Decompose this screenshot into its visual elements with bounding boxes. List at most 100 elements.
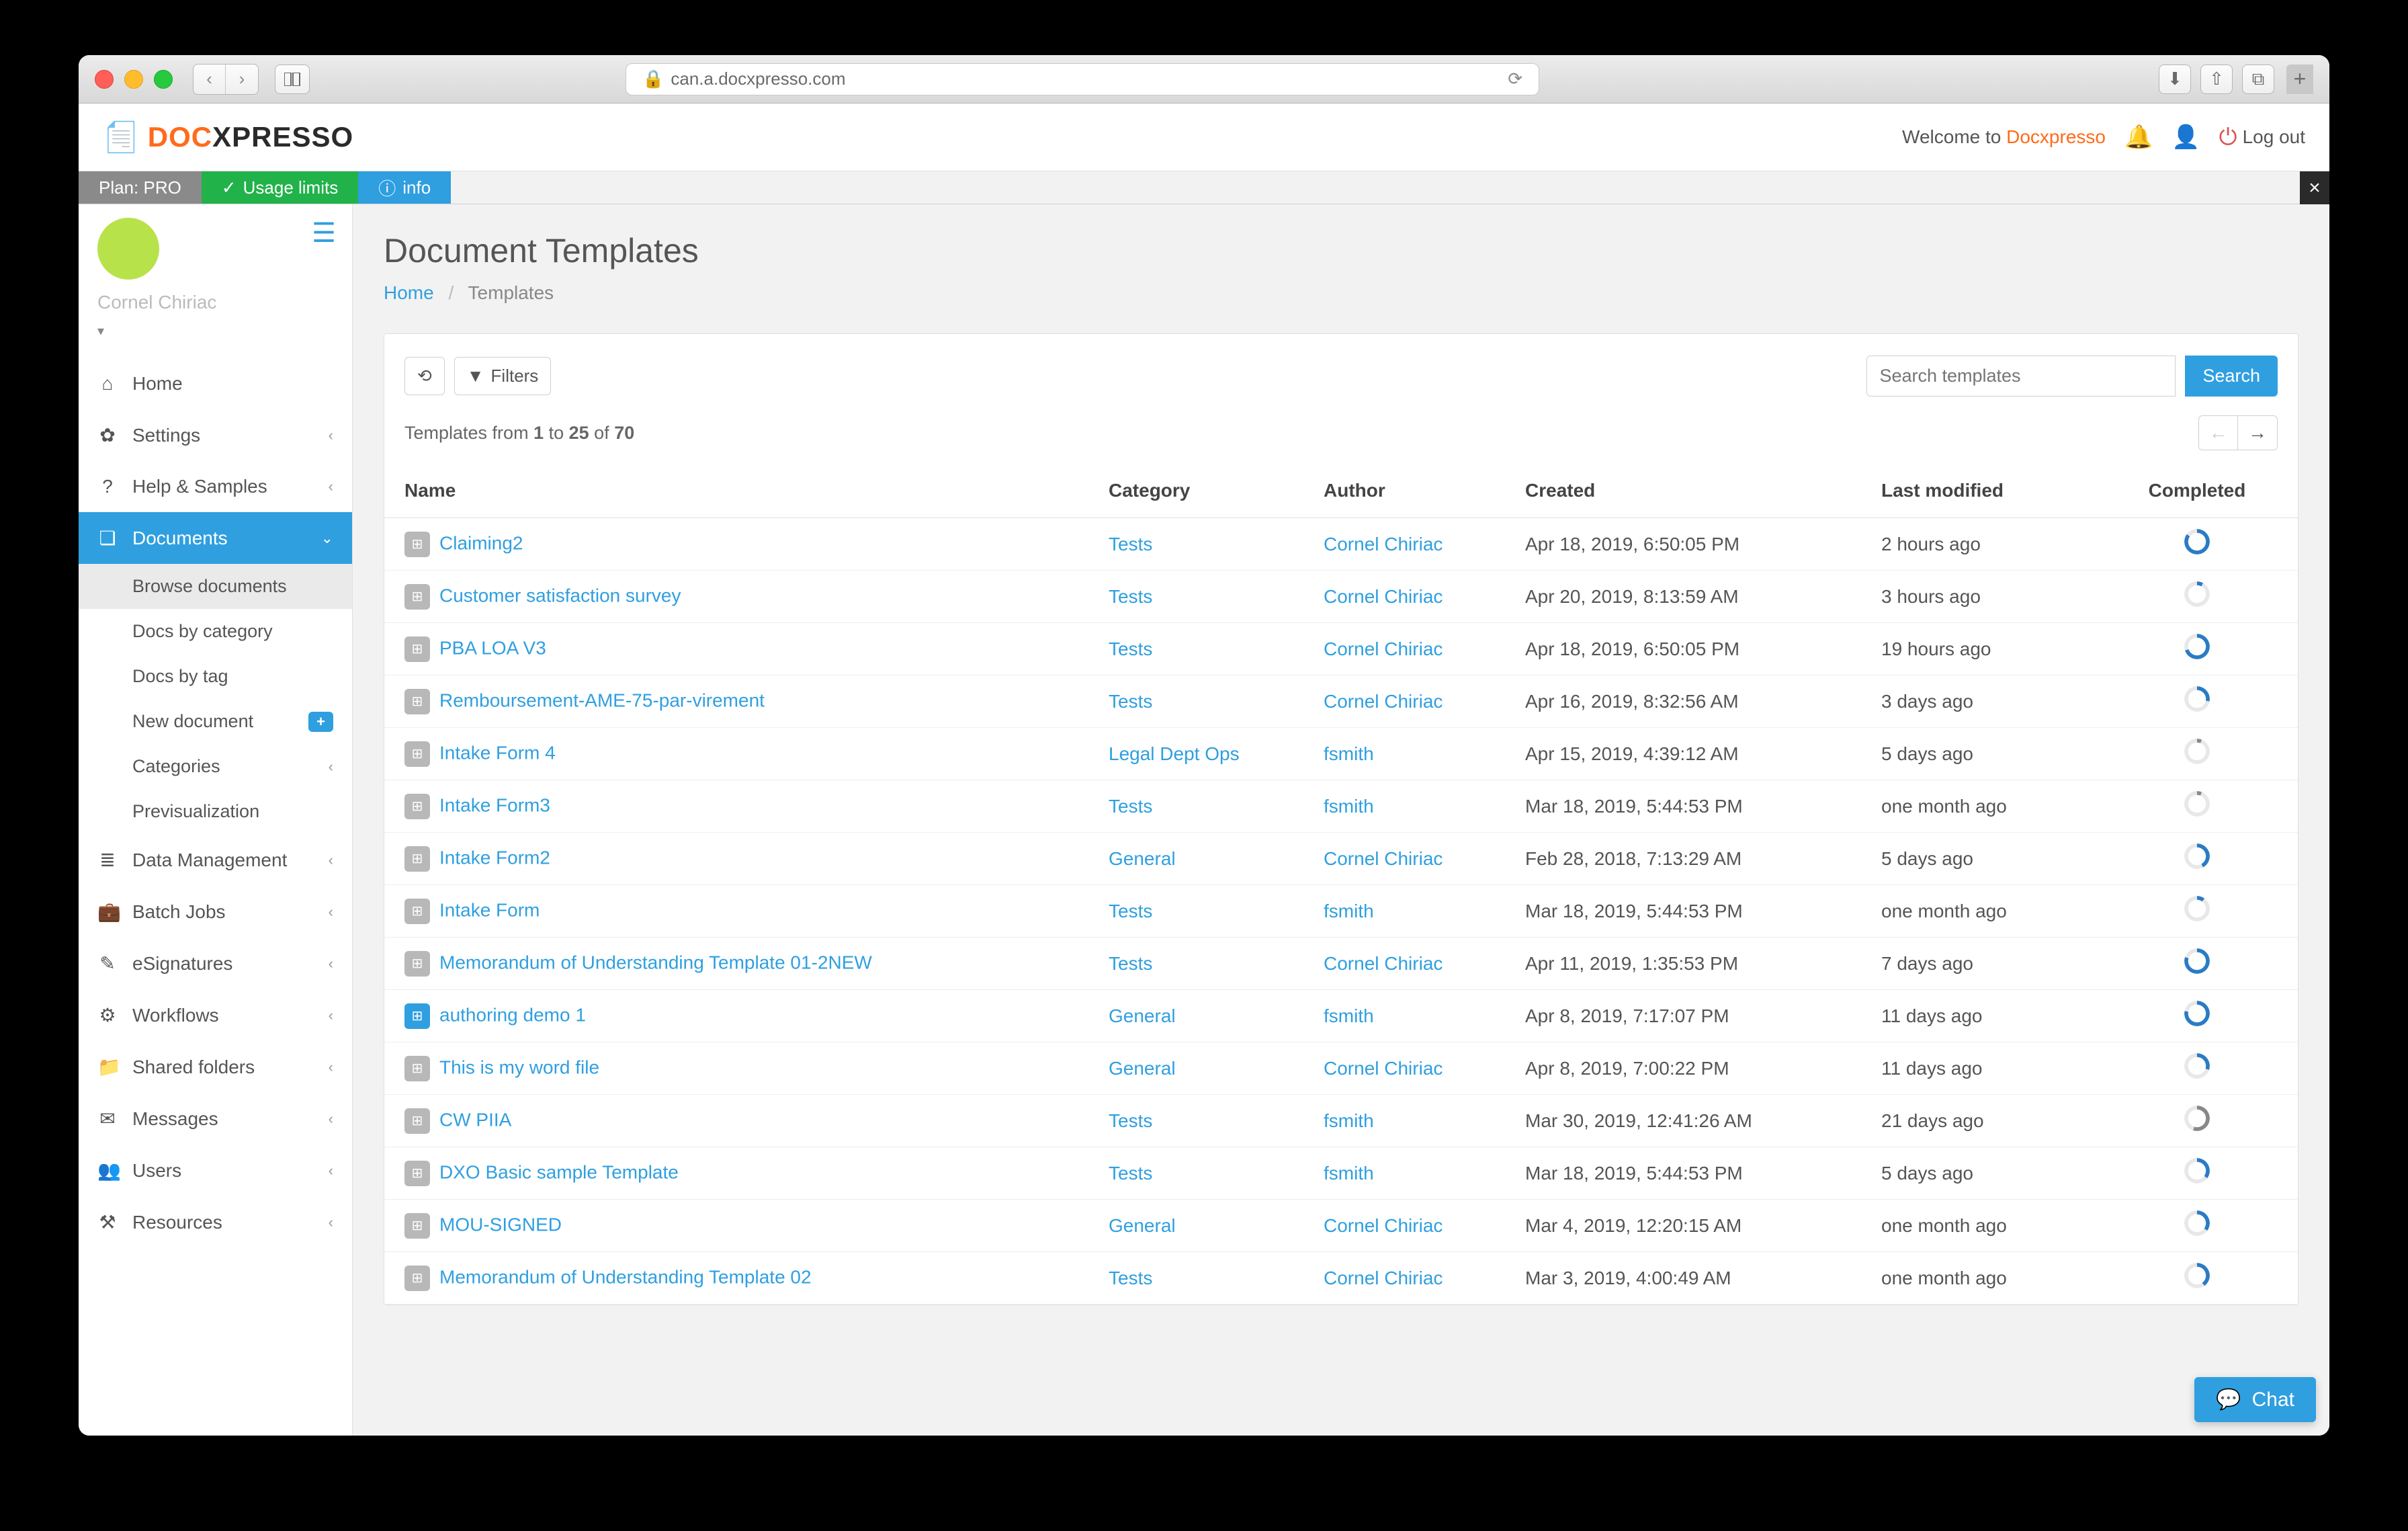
author-link[interactable]: Cornel Chiriac <box>1324 1268 1443 1288</box>
logout-button[interactable]: ⏻Log out <box>2219 124 2305 151</box>
col-category[interactable]: Category <box>1096 464 1312 518</box>
template-name-link[interactable]: Customer satisfaction survey <box>439 585 681 606</box>
template-name-link[interactable]: authoring demo 1 <box>439 1004 586 1025</box>
sidebar-item-batch-jobs[interactable]: 💼Batch Jobs‹ <box>79 886 352 938</box>
table-row[interactable]: ⊞This is my word file General Cornel Chi… <box>384 1042 2298 1095</box>
table-row[interactable]: ⊞Customer satisfaction survey Tests Corn… <box>384 571 2298 623</box>
welcome-link[interactable]: Docxpresso <box>2006 126 2106 147</box>
logo[interactable]: 📄 DOCXPRESSO <box>103 120 353 155</box>
author-link[interactable]: Cornel Chiriac <box>1324 534 1443 554</box>
author-link[interactable]: fsmith <box>1324 1110 1374 1131</box>
close-window-icon[interactable] <box>95 70 114 89</box>
template-name-link[interactable]: Intake Form2 <box>439 847 550 868</box>
sidebar-item-resources[interactable]: ⚒Resources‹ <box>79 1196 352 1248</box>
table-row[interactable]: ⊞Intake Form2 General Cornel Chiriac Feb… <box>384 833 2298 885</box>
category-link[interactable]: Tests <box>1109 796 1152 817</box>
category-link[interactable]: General <box>1109 1058 1176 1079</box>
back-button[interactable]: ‹ <box>194 65 226 94</box>
category-link[interactable]: General <box>1109 1005 1176 1026</box>
category-link[interactable]: Tests <box>1109 1268 1152 1288</box>
category-link[interactable]: Tests <box>1109 691 1152 712</box>
col-completed[interactable]: Completed <box>2111 464 2298 518</box>
avatar[interactable] <box>97 218 159 280</box>
table-row[interactable]: ⊞DXO Basic sample Template Tests fsmith … <box>384 1147 2298 1200</box>
share-icon[interactable]: ⇧ <box>2200 65 2233 94</box>
author-link[interactable]: Cornel Chiriac <box>1324 586 1443 607</box>
sidebar-item-settings[interactable]: ✿Settings‹ <box>79 409 352 461</box>
template-name-link[interactable]: Memorandum of Understanding Template 01-… <box>439 952 872 973</box>
sidebar-sub-docs-tag[interactable]: Docs by tag <box>79 654 352 699</box>
breadcrumb-home[interactable]: Home <box>384 282 434 303</box>
sidebar-item-home[interactable]: ⌂Home <box>79 358 352 409</box>
sidebar-item-shared-folders[interactable]: 📁Shared folders‹ <box>79 1041 352 1093</box>
info-button[interactable]: ⓘinfo <box>358 171 451 204</box>
url-bar[interactable]: 🔒 can.a.docxpresso.com ⟳ <box>626 63 1539 95</box>
template-name-link[interactable]: Memorandum of Understanding Template 02 <box>439 1266 812 1287</box>
new-tab-button[interactable]: + <box>2286 65 2313 94</box>
template-name-link[interactable]: Intake Form3 <box>439 794 550 815</box>
table-row[interactable]: ⊞Claiming2 Tests Cornel Chiriac Apr 18, … <box>384 518 2298 571</box>
author-link[interactable]: fsmith <box>1324 796 1374 817</box>
author-link[interactable]: Cornel Chiriac <box>1324 1058 1443 1079</box>
table-row[interactable]: ⊞CW PIIA Tests fsmith Mar 30, 2019, 12:4… <box>384 1095 2298 1147</box>
table-row[interactable]: ⊞MOU-SIGNED General Cornel Chiriac Mar 4… <box>384 1200 2298 1252</box>
sidebar-item-help[interactable]: ?Help & Samples‹ <box>79 461 352 512</box>
sidebar-item-workflows[interactable]: ⚙Workflows‹ <box>79 989 352 1041</box>
template-name-link[interactable]: CW PIIA <box>439 1109 511 1130</box>
next-page-button[interactable]: → <box>2238 416 2277 450</box>
close-ribbon-button[interactable]: × <box>2300 171 2329 205</box>
filters-button[interactable]: ▼Filters <box>454 357 552 395</box>
category-link[interactable]: General <box>1109 1215 1176 1236</box>
sidebar-sub-docs-category[interactable]: Docs by category <box>79 609 352 654</box>
search-button[interactable]: Search <box>2185 356 2278 397</box>
author-link[interactable]: fsmith <box>1324 901 1374 921</box>
plan-badge[interactable]: Plan: PRO <box>79 171 202 204</box>
chat-widget[interactable]: 💬 Chat <box>2194 1377 2316 1422</box>
sidebar-item-data-management[interactable]: ≣Data Management‹ <box>79 834 352 886</box>
bell-icon[interactable]: 🔔 <box>2124 124 2153 151</box>
template-name-link[interactable]: Intake Form 4 <box>439 742 556 763</box>
tabs-overview-icon[interactable]: ⧉ <box>2242 65 2274 94</box>
col-modified[interactable]: Last modified <box>1869 464 2111 518</box>
template-name-link[interactable]: MOU-SIGNED <box>439 1214 562 1235</box>
minimize-window-icon[interactable] <box>124 70 143 89</box>
user-icon[interactable]: 👤 <box>2172 124 2200 151</box>
template-name-link[interactable]: Intake Form <box>439 899 540 920</box>
author-link[interactable]: Cornel Chiriac <box>1324 848 1443 869</box>
author-link[interactable]: Cornel Chiriac <box>1324 1215 1443 1236</box>
search-input[interactable] <box>1866 356 2176 397</box>
refresh-button[interactable]: ⟲ <box>404 357 445 395</box>
sidebar-sub-new-document[interactable]: New document+ <box>79 699 352 744</box>
table-row[interactable]: ⊞authoring demo 1 General fsmith Apr 8, … <box>384 990 2298 1042</box>
author-link[interactable]: fsmith <box>1324 1005 1374 1026</box>
download-icon[interactable]: ⬇ <box>2159 65 2191 94</box>
category-link[interactable]: Tests <box>1109 1163 1152 1184</box>
user-caret-icon[interactable]: ▾ <box>97 323 333 339</box>
template-name-link[interactable]: Remboursement-AME-75-par-virement <box>439 690 765 710</box>
sidebar-item-messages[interactable]: ✉Messages‹ <box>79 1093 352 1145</box>
forward-button[interactable]: › <box>226 65 258 94</box>
table-row[interactable]: ⊞Intake Form Tests fsmith Mar 18, 2019, … <box>384 885 2298 938</box>
sidebar-item-documents[interactable]: ❏Documents⌄ <box>79 512 352 564</box>
reload-icon[interactable]: ⟳ <box>1508 69 1522 89</box>
table-row[interactable]: ⊞Intake Form 4 Legal Dept Ops fsmith Apr… <box>384 728 2298 780</box>
category-link[interactable]: Tests <box>1109 638 1152 659</box>
sidebar-sub-categories[interactable]: Categories‹ <box>79 744 352 789</box>
category-link[interactable]: Tests <box>1109 1110 1152 1131</box>
author-link[interactable]: Cornel Chiriac <box>1324 638 1443 659</box>
category-link[interactable]: Tests <box>1109 534 1152 554</box>
template-name-link[interactable]: Claiming2 <box>439 532 523 553</box>
col-author[interactable]: Author <box>1312 464 1513 518</box>
category-link[interactable]: Tests <box>1109 901 1152 921</box>
col-created[interactable]: Created <box>1513 464 1869 518</box>
table-row[interactable]: ⊞PBA LOA V3 Tests Cornel Chiriac Apr 18,… <box>384 623 2298 675</box>
template-name-link[interactable]: DXO Basic sample Template <box>439 1161 679 1182</box>
author-link[interactable]: Cornel Chiriac <box>1324 691 1443 712</box>
table-row[interactable]: ⊞Intake Form3 Tests fsmith Mar 18, 2019,… <box>384 780 2298 833</box>
hamburger-icon[interactable]: ☰ <box>312 218 336 249</box>
table-row[interactable]: ⊞Memorandum of Understanding Template 02… <box>384 1252 2298 1305</box>
usage-limits-button[interactable]: ✓Usage limits <box>202 171 358 204</box>
table-row[interactable]: ⊞Remboursement-AME-75-par-virement Tests… <box>384 675 2298 728</box>
table-row[interactable]: ⊞Memorandum of Understanding Template 01… <box>384 938 2298 990</box>
sidebar-sub-previsualization[interactable]: Previsualization <box>79 789 352 834</box>
